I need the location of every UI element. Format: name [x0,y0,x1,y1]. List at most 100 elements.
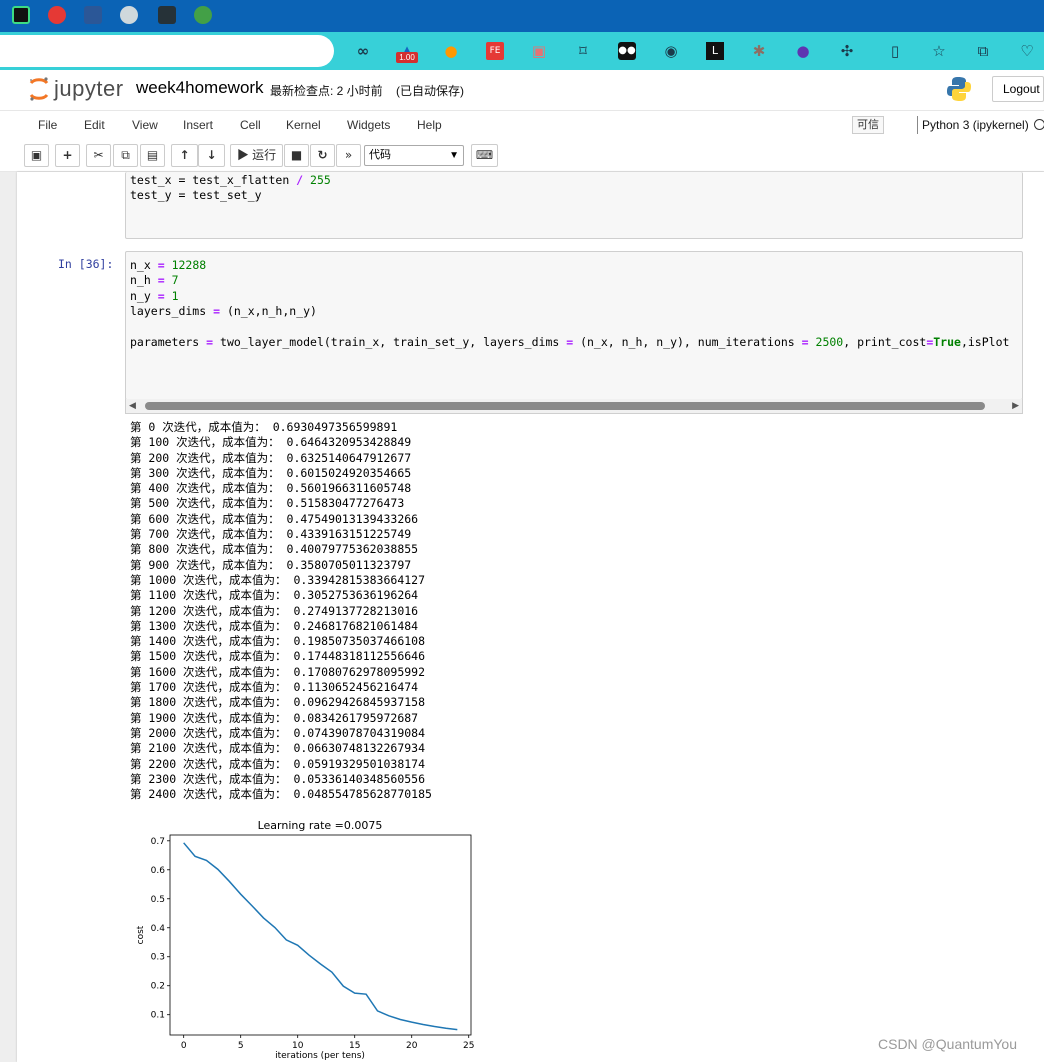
code-line: parameters = two_layer_model(train_x, tr… [130,335,1010,350]
output-line: 第 2300 次迭代，成本值为： 0.05336140348560556 [130,771,426,786]
menu-cell[interactable]: Cell [240,118,261,132]
output-line: 第 2400 次迭代，成本值为： 0.048554785628770185 [130,787,432,802]
palm-icon[interactable]: ✱ [750,42,768,60]
restart-icon: ↻ [317,148,328,162]
cell-type-select[interactable]: 代码 ▼ [364,145,464,166]
chart-title: Learning rate =0.0075 [258,819,383,832]
scroll-right-icon[interactable]: ▶ [1012,400,1019,411]
output-line: 第 0 次迭代，成本值为： 0.6930497356599891 [130,420,398,434]
collections-icon[interactable]: ⧉ [974,42,992,60]
code-editor[interactable]: n_x = 12288 n_h = 7 n_y = 1 layers_dims … [130,258,1009,350]
globe-icon[interactable]: ◉ [662,42,680,60]
command-palette-button[interactable]: ⌨ [471,144,498,167]
checkpoint-status: 最新检查点: 2 小时前 [270,84,383,98]
kernel-name[interactable]: Python 3 (ipykernel) [922,118,1029,132]
code-line: n_x = 12288 [130,258,207,272]
interrupt-button[interactable]: ■ [284,144,309,167]
output-line: 第 1900 次迭代，成本值为： 0.0834261795972687 [130,710,419,725]
arrow-down-icon: ↓ [206,148,217,162]
output-line: 第 2200 次迭代，成本值为： 0.05919329501038174 [130,756,426,771]
s-icon[interactable]: ● [794,42,812,60]
browser-toolbar: ∞ ▲ ● FE ▣ ⌑ ●● ◉ L ✱ ● ✣ ▯ ☆ ⧉ ♡ [0,32,1044,70]
output-line: 第 1800 次迭代，成本值为： 0.09629426845937158 [130,695,426,710]
output-line: 第 1000 次迭代，成本值为： 0.33942815383664127 [130,572,426,587]
menu-kernel[interactable]: Kernel [286,118,321,132]
save-icon: ▣ [30,148,43,162]
app-icon[interactable] [158,6,176,24]
restart-button[interactable]: ↻ [310,144,335,167]
os-taskbar [0,0,1044,32]
move-up-button[interactable]: ↑ [171,144,198,167]
previous-code-cell[interactable]: test_x = test_x_flatten / 255 test_y = t… [125,172,1023,239]
x-tick-label: 15 [349,1041,360,1051]
menu-edit[interactable]: Edit [84,118,105,132]
split-screen-icon[interactable]: ▯ [886,42,904,60]
puzzle-icon[interactable]: ✣ [838,42,856,60]
refresh-app-icon[interactable] [194,6,212,24]
jupyter-logo-text[interactable]: jupyter [54,76,124,102]
tampermonkey-icon[interactable]: ●● [618,42,636,60]
scissors-icon: ✂ [93,148,104,162]
watermark: CSDN @QuantumYou [878,1036,1017,1052]
netease-music-icon[interactable] [48,6,66,24]
bookmark-icon[interactable]: ⌑ [574,42,592,60]
plus-icon: + [62,148,73,162]
code-line: n_h = 7 [130,273,179,288]
infinity-icon[interactable]: ∞ [354,42,372,60]
fe-icon[interactable]: FE [486,42,504,60]
cell-output: 第 0 次迭代，成本值为： 0.6930497356599891 第 100 次迭… [130,420,432,802]
bowl-icon[interactable]: ● [442,42,460,60]
save-button[interactable]: ▣ [24,144,49,167]
output-line: 第 1600 次迭代，成本值为： 0.17080762978095992 [130,664,426,679]
code-line: n_y = 1 [130,288,179,303]
copy-button[interactable]: ⧉ [113,144,138,167]
insert-cell-button[interactable]: + [55,144,80,167]
x-tick-label: 5 [238,1041,244,1051]
autosave-status: (已自动保存) [396,84,464,98]
scrollbar-thumb[interactable] [145,402,985,410]
powershell-icon[interactable] [84,6,102,24]
output-line: 第 800 次迭代，成本值为： 0.40079775362038855 [130,542,419,557]
restart-run-all-button[interactable]: » [336,144,361,167]
input-prompt: In [36]: [58,257,114,271]
menu-help[interactable]: Help [417,118,442,132]
paste-icon: ▤ [146,148,159,162]
menu-file[interactable]: File [38,118,57,132]
notebook-title[interactable]: week4homework [136,78,264,98]
y-tick-label: 0.3 [151,953,165,963]
y-tick-label: 0.7 [151,837,165,847]
menu-view[interactable]: View [132,118,158,132]
move-down-button[interactable]: ↓ [198,144,225,167]
pycharm-icon[interactable] [12,6,30,24]
run-button[interactable]: ▶ 运行 [230,144,283,167]
cut-button[interactable]: ✂ [86,144,111,167]
cell-type-value: 代码 [369,149,391,161]
menu-widgets[interactable]: Widgets [347,118,390,132]
chevron-down-icon: ▼ [449,150,459,161]
y-tick-label: 0.4 [151,924,166,934]
settings-icon[interactable] [120,6,138,24]
output-line: 第 1400 次迭代，成本值为： 0.19850735037466108 [130,634,426,649]
feedback-icon[interactable]: ♡ [1018,42,1036,60]
code-line: test_y = test_set_y [130,188,262,202]
x-tick-label: 0 [181,1041,187,1051]
output-line: 第 1100 次迭代，成本值为： 0.3052753636196264 [130,588,419,603]
jupyter-logo-icon[interactable] [28,76,50,102]
output-line: 第 100 次迭代，成本值为： 0.6464320953428849 [130,435,412,450]
scroll-left-icon[interactable]: ◀ [129,400,136,411]
code-horizontal-scrollbar[interactable]: ◀ ▶ [125,399,1023,414]
favorites-icon[interactable]: ☆ [930,42,948,60]
reader-icon[interactable]: ▣ [530,42,548,60]
menu-insert[interactable]: Insert [183,118,213,132]
python-logo-icon [947,77,971,101]
address-bar[interactable] [0,35,334,67]
trusted-indicator[interactable]: 可信 [852,116,884,134]
stop-icon: ■ [290,148,303,162]
paste-button[interactable]: ▤ [140,144,165,167]
output-line: 第 1300 次迭代，成本值为： 0.2468176821061484 [130,618,419,633]
current-code-cell[interactable]: n_x = 12288 n_h = 7 n_y = 1 layers_dims … [125,251,1023,400]
kernel-separator [917,116,918,134]
l-icon[interactable]: L [706,42,724,60]
logout-button[interactable]: Logout [992,76,1044,102]
output-line: 第 300 次迭代，成本值为： 0.6015024920354665 [130,465,412,480]
